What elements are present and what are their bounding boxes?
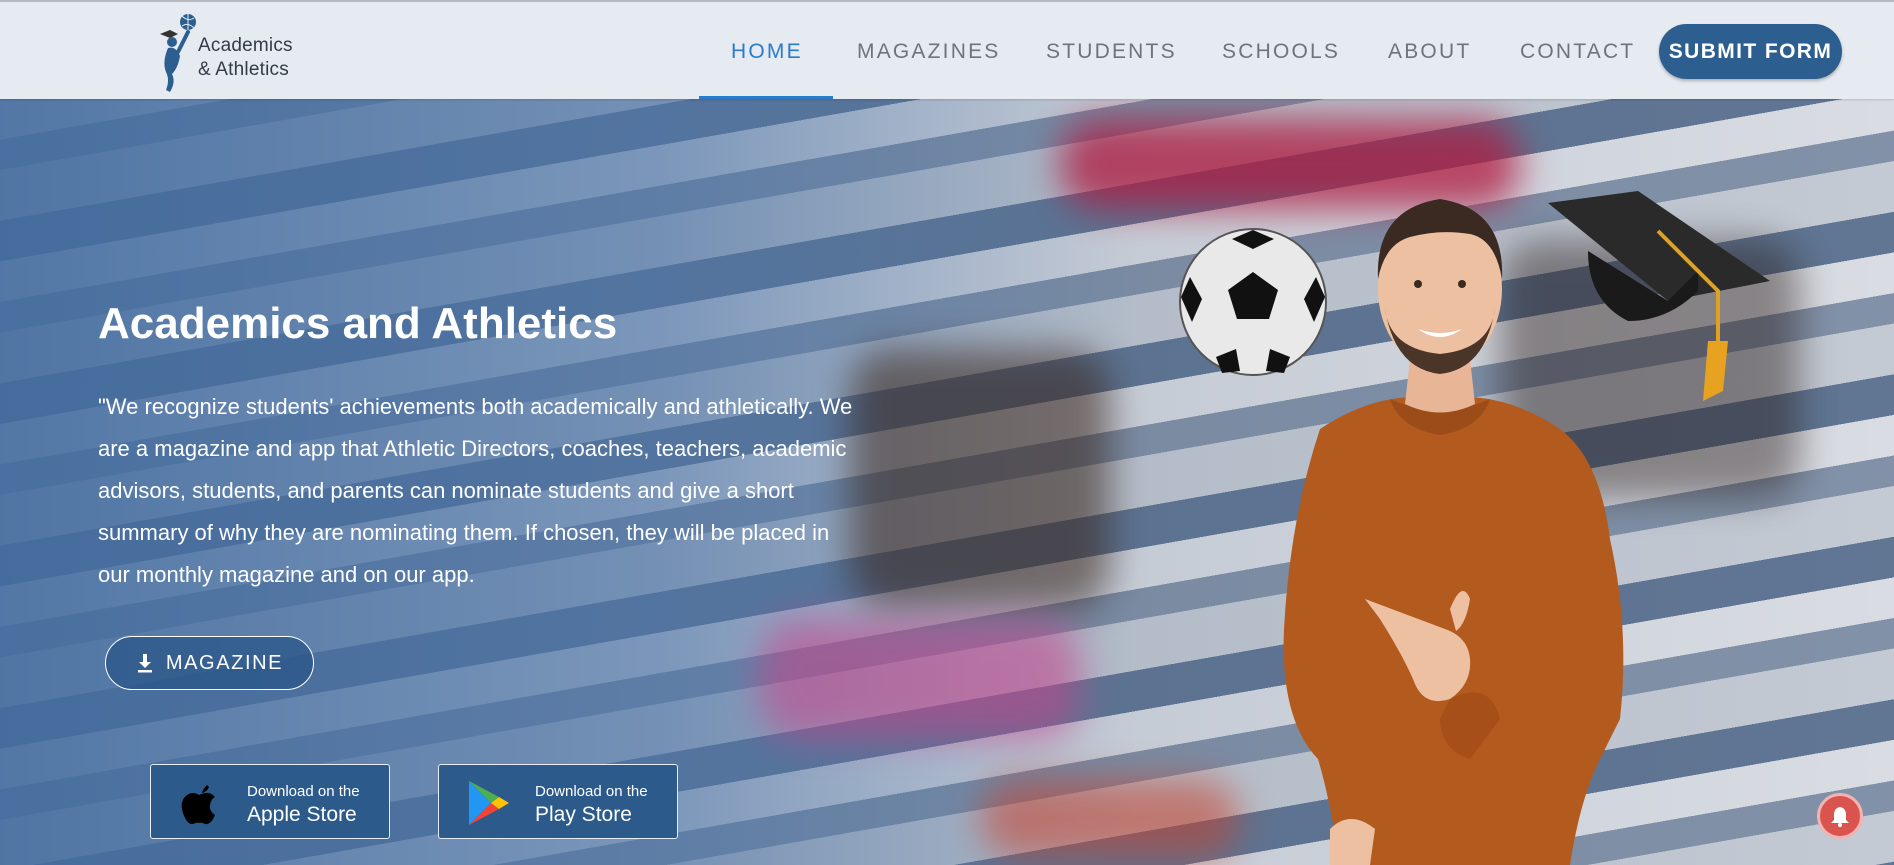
notification-bell-button[interactable] bbox=[1817, 793, 1863, 839]
nav-about[interactable]: ABOUT bbox=[1388, 40, 1471, 64]
bg-blur-dark bbox=[850, 349, 1110, 609]
play-store-caption: Download on the bbox=[535, 783, 648, 800]
logo-line-1: Academics bbox=[198, 35, 293, 56]
magazine-download-button[interactable]: MAGAZINE bbox=[105, 636, 314, 690]
hero-title: Academics and Athletics bbox=[98, 299, 618, 348]
apple-icon bbox=[181, 785, 215, 825]
hero-description: "We recognize students' achievements bot… bbox=[98, 394, 853, 587]
hero-section: Academics and Athletics "We recognize st… bbox=[0, 99, 1894, 865]
site-logo[interactable]: Academics & Athletics bbox=[158, 12, 318, 94]
nav-students[interactable]: STUDENTS bbox=[1046, 40, 1177, 64]
nav-magazines[interactable]: MAGAZINES bbox=[857, 40, 1000, 64]
apple-store-label: Apple Store bbox=[247, 803, 357, 826]
magazine-button-label: MAGAZINE bbox=[165, 651, 284, 674]
apple-store-caption: Download on the bbox=[247, 783, 360, 800]
logo-line-2: & Athletics bbox=[198, 59, 289, 80]
soccer-ball-icon bbox=[1179, 228, 1327, 376]
submit-form-button[interactable]: SUBMIT FORM bbox=[1659, 24, 1842, 79]
bell-icon bbox=[1831, 807, 1849, 827]
nav-active-indicator bbox=[699, 96, 833, 99]
apple-store-button[interactable]: Download on the Apple Store bbox=[150, 764, 390, 839]
logo-text: Academics & Athletics bbox=[198, 34, 293, 82]
site-header: Academics & Athletics HOME MAGAZINES STU… bbox=[0, 2, 1894, 99]
nav-contact[interactable]: CONTACT bbox=[1520, 40, 1635, 64]
graduation-cap-icon bbox=[1548, 191, 1770, 401]
play-store-button[interactable]: Download on the Play Store bbox=[438, 764, 678, 839]
logo-icon bbox=[160, 14, 196, 92]
play-store-icon bbox=[469, 781, 509, 825]
nav-home[interactable]: HOME bbox=[731, 40, 803, 64]
bg-blur-magazine-pink bbox=[760, 619, 1080, 739]
download-icon bbox=[137, 654, 152, 673]
nav-schools[interactable]: SCHOOLS bbox=[1222, 40, 1340, 64]
play-store-label: Play Store bbox=[535, 803, 632, 826]
